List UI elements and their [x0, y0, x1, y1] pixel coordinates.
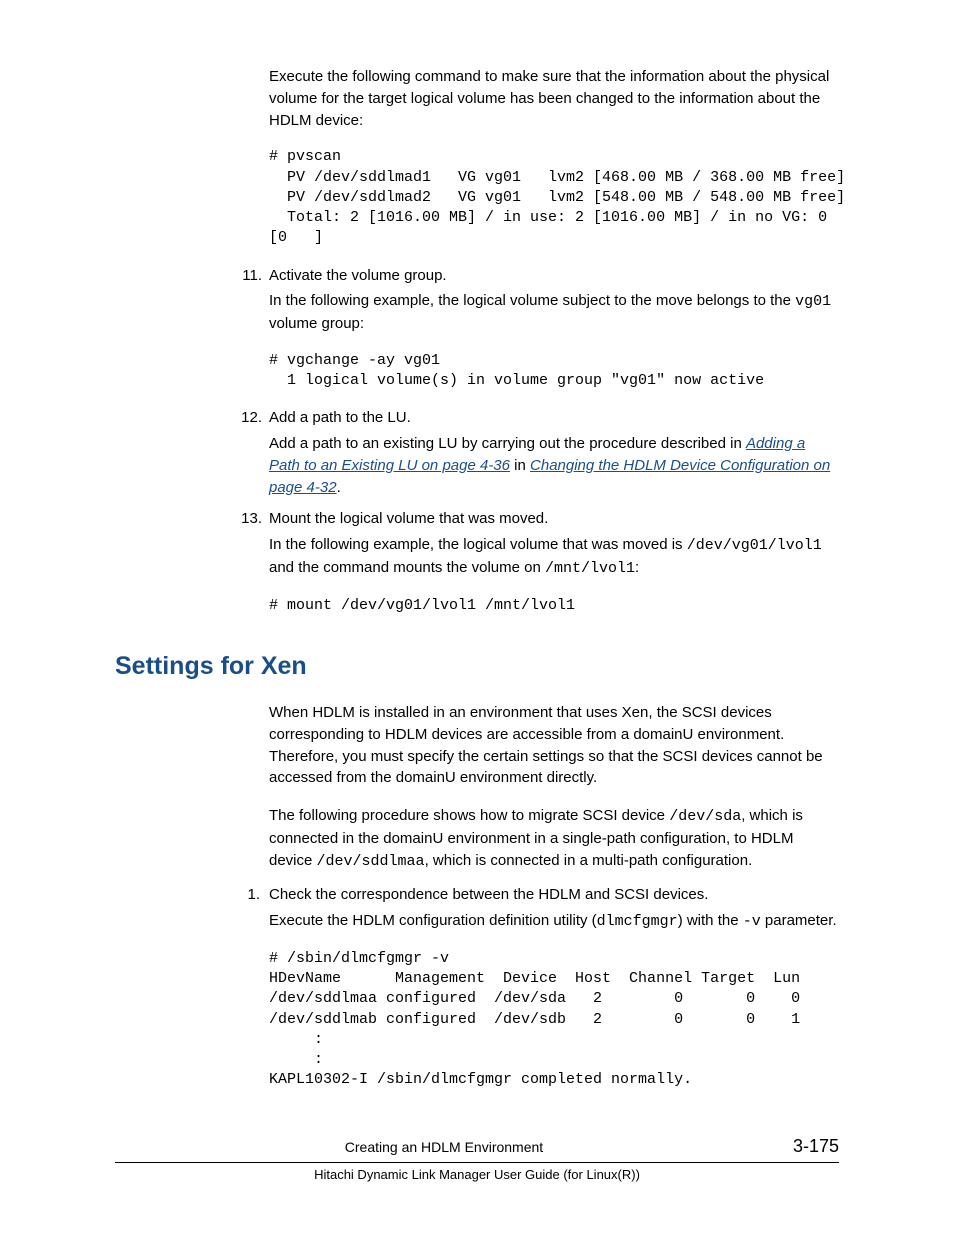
step-lead: Mount the logical volume that was moved. [269, 510, 548, 527]
step-number: 12. [232, 407, 262, 429]
step-1: 1. Check the correspondence between the … [238, 884, 839, 1090]
step-12: 12. Add a path to the LU. Add a path to … [232, 407, 839, 498]
step-11: 11. Activate the volume group. In the fo… [232, 265, 839, 392]
inline-code: /mnt/lvol1 [545, 560, 635, 577]
step-13: 13. Mount the logical volume that was mo… [232, 508, 839, 616]
code-block-pvscan: # pvscan PV /dev/sddlmad1 VG vg01 lvm2 [… [269, 147, 839, 248]
inline-code: /dev/sddlmaa [317, 853, 425, 870]
xen-paragraph-2: The following procedure shows how to mig… [269, 805, 839, 872]
page-content: Execute the following command to make su… [269, 66, 839, 1091]
intro-paragraph: Execute the following command to make su… [269, 66, 839, 131]
step-number: 11. [232, 265, 262, 287]
code-block-dlmcfgmgr: # /sbin/dlmcfgmgr -v HDevName Management… [269, 949, 839, 1091]
step-body: In the following example, the logical vo… [269, 534, 839, 580]
step-number: 13. [232, 508, 262, 530]
inline-code: /dev/sda [669, 808, 741, 825]
inline-code: dlmcfgmgr [597, 913, 678, 930]
xen-paragraph-1: When HDLM is installed in an environment… [269, 702, 839, 789]
step-list-bottom: 1. Check the correspondence between the … [238, 884, 839, 1090]
step-body: Add a path to an existing LU by carrying… [269, 433, 839, 498]
footer-subtitle: Hitachi Dynamic Link Manager User Guide … [115, 1166, 839, 1185]
code-block-vgchange: # vgchange -ay vg01 1 logical volume(s) … [269, 351, 839, 392]
step-number: 1. [238, 884, 260, 906]
step-body: Execute the HDLM configuration definitio… [269, 910, 839, 933]
inline-code: vg01 [795, 293, 831, 310]
footer-line-1: Creating an HDLM Environment 3-175 [115, 1133, 839, 1163]
inline-code: -v [743, 913, 761, 930]
step-lead: Check the correspondence between the HDL… [269, 886, 708, 903]
step-body: In the following example, the logical vo… [269, 290, 839, 335]
step-lead: Activate the volume group. [269, 267, 447, 284]
inline-code: /dev/vg01/lvol1 [687, 537, 822, 554]
step-list-top: 11. Activate the volume group. In the fo… [232, 265, 839, 616]
code-block-mount: # mount /dev/vg01/lvol1 /mnt/lvol1 [269, 596, 839, 616]
step-lead: Add a path to the LU. [269, 409, 411, 426]
page-number: 3-175 [793, 1133, 839, 1159]
footer-title: Creating an HDLM Environment [115, 1137, 773, 1157]
page-footer: Creating an HDLM Environment 3-175 Hitac… [115, 1133, 839, 1185]
section-heading-xen: Settings for Xen [115, 648, 839, 684]
